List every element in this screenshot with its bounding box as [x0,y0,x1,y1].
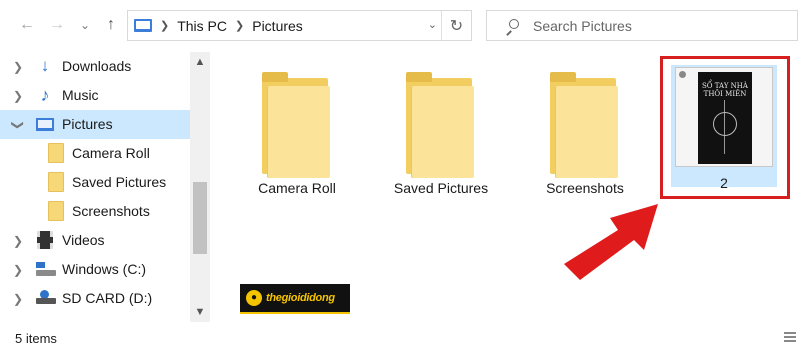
sidebar-item-label: Videos [62,232,105,248]
breadcrumb-pictures[interactable]: Pictures [252,18,303,34]
drive-icon [36,262,56,276]
sidebar-item-label: Downloads [62,58,132,74]
sidebar-item-label: Windows (C:) [62,261,147,277]
forward-button[interactable]: → [46,14,68,36]
refresh-icon: ↻ [449,17,464,35]
scroll-down-icon[interactable]: ▼ [190,306,210,318]
sidebar-item-label: Music [62,87,99,103]
sidebar-item-screenshots[interactable]: Screenshots [0,197,190,226]
file-item-selected[interactable]: SỔ TAY NHÀ THÔI MIÊN 2 [671,65,777,191]
search-box[interactable]: Search Pictures [486,10,798,41]
red-arrow-annotation [564,204,658,280]
chevron-right-icon[interactable]: ❯ [12,89,24,103]
sidebar-item-label: Camera Roll [72,145,150,161]
folder-label: Screenshots [546,180,624,196]
chevron-right-icon[interactable]: ❯ [12,292,24,306]
pocket-watch-icon [713,112,737,136]
search-icon [505,18,519,36]
arrow-up-icon: ↑ [107,16,115,33]
navigation-pane: ❯ ↓ Downloads ❯ ♪ Music ❯ Pictures Camer… [0,52,210,322]
pictures-icon [36,118,54,131]
image-thumbnail: SỔ TAY NHÀ THÔI MIÊN [675,67,773,167]
book-cover-image: SỔ TAY NHÀ THÔI MIÊN [698,72,752,164]
pictures-icon [134,19,152,32]
sidebar-item-pictures[interactable]: ❯ Pictures [0,110,190,139]
folder-icon [48,143,64,163]
address-dropdown-icon[interactable]: ⌄ [428,18,437,31]
sidebar-item-videos[interactable]: ❯ Videos [0,226,190,255]
watermark-logo: ● thegioididong [240,284,350,314]
chevron-down-icon: ⌄ [79,18,91,32]
highlight-box: SỔ TAY NHÀ THÔI MIÊN 2 [660,56,790,199]
navigation-bar: ← → ⌄ ↑ ❯ This PC ❯ Pictures ⌄ ↻ Search … [0,0,800,52]
details-view-icon[interactable] [780,330,800,344]
sidebar-item-camera-roll[interactable]: Camera Roll [0,139,190,168]
arrow-left-icon: ← [19,16,35,33]
sidebar-item-label: Screenshots [72,203,150,219]
scroll-up-icon[interactable]: ▲ [190,56,210,68]
address-bar[interactable]: ❯ This PC ❯ Pictures ⌄ ↻ [127,10,472,41]
book-cover-title: SỔ TAY NHÀ THÔI MIÊN [702,82,748,98]
sidebar-item-label: SD CARD (D:) [62,290,153,306]
breadcrumb-this-pc[interactable]: This PC [177,18,227,34]
file-label: 2 [720,175,728,191]
breadcrumb-separator-icon: ❯ [235,20,245,32]
sidebar-item-label: Pictures [62,116,113,132]
sidebar-item-downloads[interactable]: ❯ ↓ Downloads [0,52,190,81]
music-icon: ♪ [40,85,50,105]
sidebar-scrollbar[interactable]: ▲ ▼ [190,52,210,322]
sidebar-item-label: Saved Pictures [72,174,167,190]
folder-label: Saved Pictures [393,180,489,196]
file-view: Camera Roll Saved Pictures Screenshots S… [210,52,800,322]
folder-item[interactable]: Saved Pictures [376,52,506,202]
sidebar-item-sd-card-d[interactable]: ❯ SD CARD (D:) [0,284,190,313]
sidebar-item-windows-c[interactable]: ❯ Windows (C:) [0,255,190,284]
breadcrumb-separator-icon: ❯ [160,20,170,32]
chevron-right-icon[interactable]: ❯ [12,263,24,277]
folder-icon [406,72,474,178]
folder-item[interactable]: Screenshots [520,52,650,202]
up-button[interactable]: ↑ [100,14,122,36]
logo-icon: ● [246,290,262,306]
download-icon: ↓ [40,56,50,75]
recent-locations-button[interactable]: ⌄ [74,14,96,36]
sidebar-item-saved-pictures[interactable]: Saved Pictures [0,168,190,197]
folder-icon [48,201,64,221]
folder-item[interactable]: Camera Roll [232,52,362,202]
item-count: 5 items [15,331,57,346]
scrollbar-thumb[interactable] [193,182,207,254]
videos-icon [37,231,53,249]
folder-label: Camera Roll [258,180,336,196]
folder-icon [550,72,618,178]
search-input[interactable]: Search Pictures [533,18,632,34]
checkbox-icon[interactable] [679,71,686,78]
chevron-down-icon[interactable]: ❯ [11,119,25,131]
watermark-text: thegioididong [266,292,335,304]
chevron-right-icon[interactable]: ❯ [12,60,24,74]
chevron-right-icon[interactable]: ❯ [12,234,24,248]
sidebar-item-music[interactable]: ❯ ♪ Music [0,81,190,110]
folder-icon [262,72,330,178]
folder-icon [48,172,64,192]
status-bar: 5 items [0,322,800,352]
refresh-button[interactable]: ↻ [441,11,471,40]
arrow-right-icon: → [49,16,65,33]
back-button[interactable]: ← [16,14,38,36]
sd-card-icon [36,290,56,304]
